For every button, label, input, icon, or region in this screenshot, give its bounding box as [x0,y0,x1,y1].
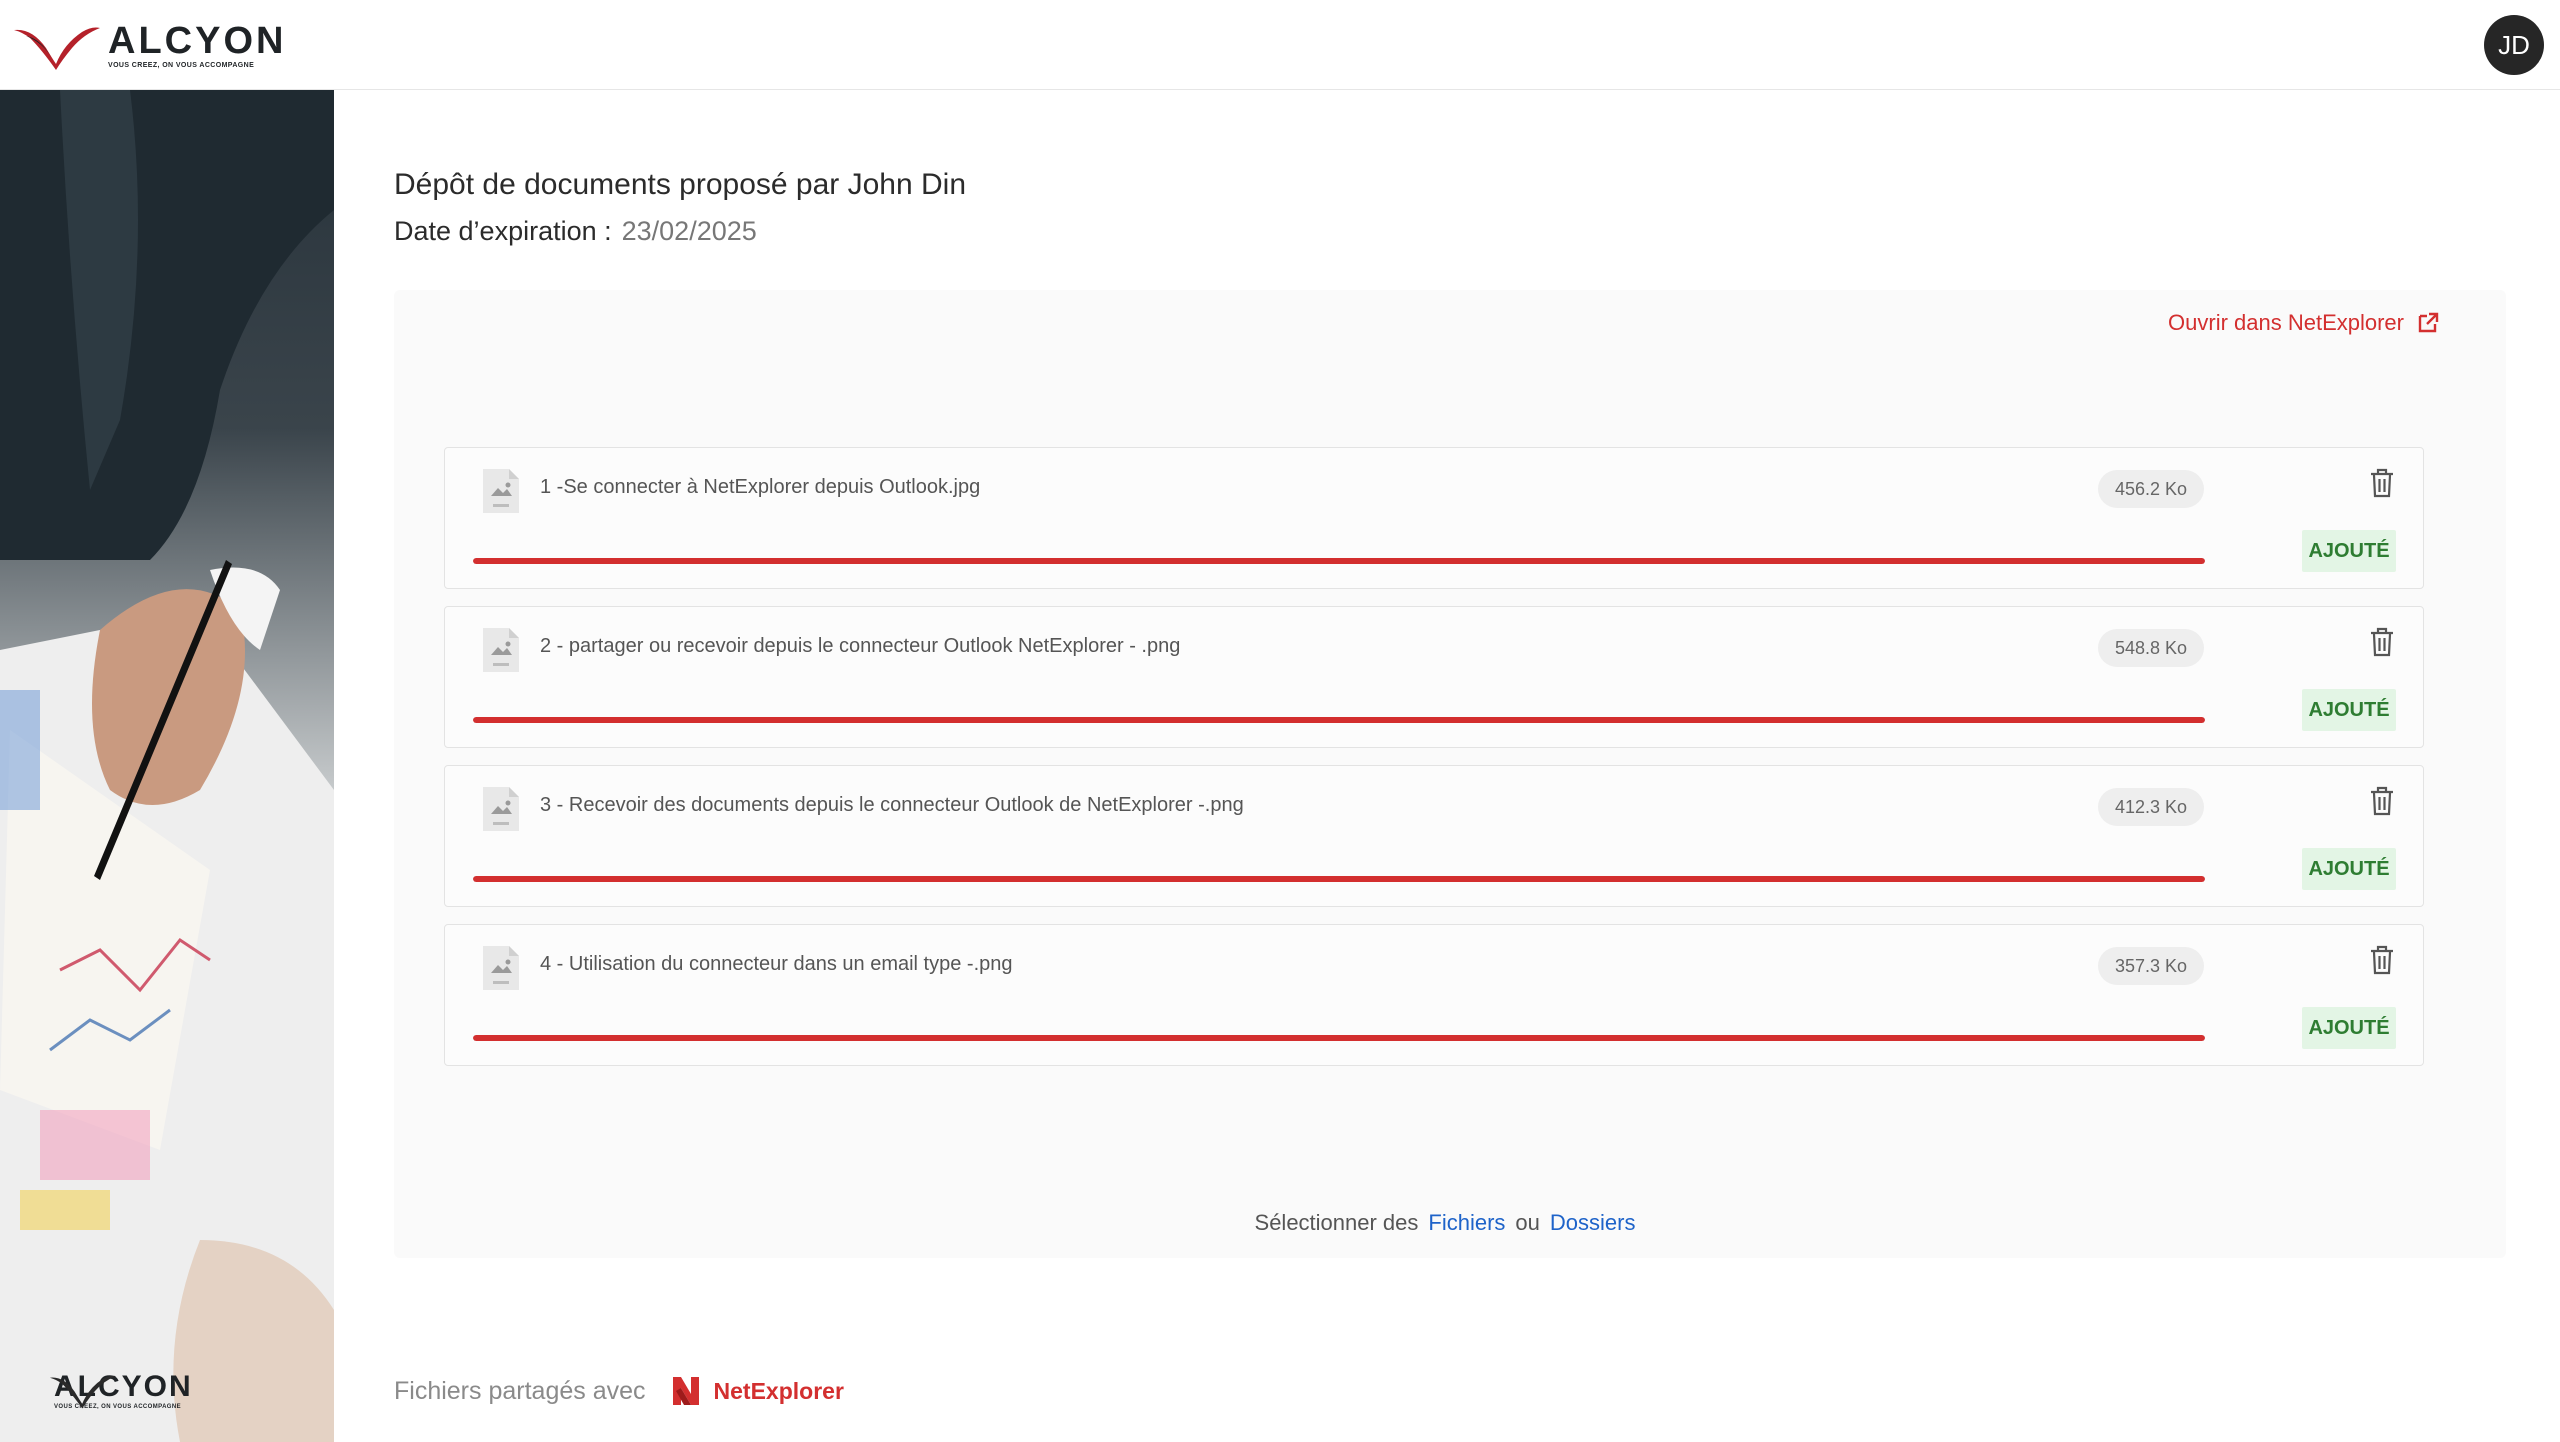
open-link-label: Ouvrir dans NetExplorer [2168,310,2404,335]
file-size: 548.8 Ko [2098,629,2204,667]
file-size: 357.3 Ko [2098,947,2204,985]
brand-name: ALCYON [108,20,287,62]
brand-tagline: VOUS CREEZ, ON VOUS ACCOMPAGNE [108,62,255,69]
netexplorer-name[interactable]: NetExplorer [714,1378,844,1405]
upload-panel: Ouvrir dans NetExplorer 1 -Se connecter … [394,290,2506,1258]
upload-progress-bar [473,558,2205,564]
netexplorer-logo-icon[interactable] [670,1374,702,1408]
alcyon-logo[interactable]: ALCYON VOUS CREEZ, ON VOUS ACCOMPAGNE [12,20,286,72]
alcyon-bird-icon [14,27,100,70]
upload-progress-bar [473,876,2205,882]
alcyon-bird-icon [49,1375,117,1409]
file-row: 3 - Recevoir des documents depuis le con… [444,765,2424,907]
upload-progress-fill [473,717,2205,723]
external-link-icon [2418,312,2439,333]
open-in-netexplorer-link[interactable]: Ouvrir dans NetExplorer [2168,310,2440,336]
image-file-icon [483,946,519,990]
status-badge: AJOUTÉ [2302,1007,2396,1049]
file-row: 1 -Se connecter à NetExplorer depuis Out… [444,447,2424,589]
expiry-value: 23/02/2025 [621,216,757,246]
select-line: Sélectionner des Fichiers ou Dossiers [394,1210,2506,1236]
file-name: 2 - partager ou recevoir depuis le conne… [540,635,1181,657]
trash-icon[interactable] [2369,627,2395,657]
file-row: 4 - Utilisation du connecteur dans un em… [444,924,2424,1066]
image-file-icon [483,787,519,831]
business-photo-illustration [0,90,334,1442]
select-prefix: Sélectionner des [1254,1210,1419,1235]
top-header: ALCYON VOUS CREEZ, ON VOUS ACCOMPAGNE JD [0,0,2560,90]
expiry-label: Date d’expiration : [394,216,612,246]
footer: Fichiers partagés avec NetExplorer [394,1374,844,1408]
status-badge: AJOUTÉ [2302,689,2396,731]
page-title: Dépôt de documents proposé par John Din [394,168,967,201]
select-files-link[interactable]: Fichiers [1428,1210,1505,1235]
upload-progress-fill [473,876,2205,882]
side-alcyon-logo: ALCYON VOUS CREEZ, ON VOUS ACCOMPAGNE [48,1370,193,1410]
main-content: Dépôt de documents proposé par John Din … [334,90,2560,1442]
file-name: 1 -Se connecter à NetExplorer depuis Out… [540,476,981,498]
file-row: 2 - partager ou recevoir depuis le conne… [444,606,2424,748]
image-file-icon [483,628,519,672]
file-name: 3 - Recevoir des documents depuis le con… [540,794,1244,816]
shared-with-text: Fichiers partagés avec [394,1376,646,1405]
trash-icon[interactable] [2369,786,2395,816]
select-folders-link[interactable]: Dossiers [1550,1210,1636,1235]
trash-icon[interactable] [2369,468,2395,498]
upload-progress-fill [473,1035,2205,1041]
upload-progress-bar [473,1035,2205,1041]
upload-progress-bar [473,717,2205,723]
status-badge: AJOUTÉ [2302,530,2396,572]
select-or: ou [1515,1210,1540,1235]
side-banner-image: ALCYON VOUS CREEZ, ON VOUS ACCOMPAGNE [0,90,334,1442]
file-size: 412.3 Ko [2098,788,2204,826]
user-avatar[interactable]: JD [2484,15,2544,75]
expiry-info: Date d’expiration : 23/02/2025 [394,216,757,247]
upload-progress-fill [473,558,2205,564]
file-size: 456.2 Ko [2098,470,2204,508]
image-file-icon [483,469,519,513]
file-name: 4 - Utilisation du connecteur dans un em… [540,953,1013,975]
trash-icon[interactable] [2369,945,2395,975]
status-badge: AJOUTÉ [2302,848,2396,890]
